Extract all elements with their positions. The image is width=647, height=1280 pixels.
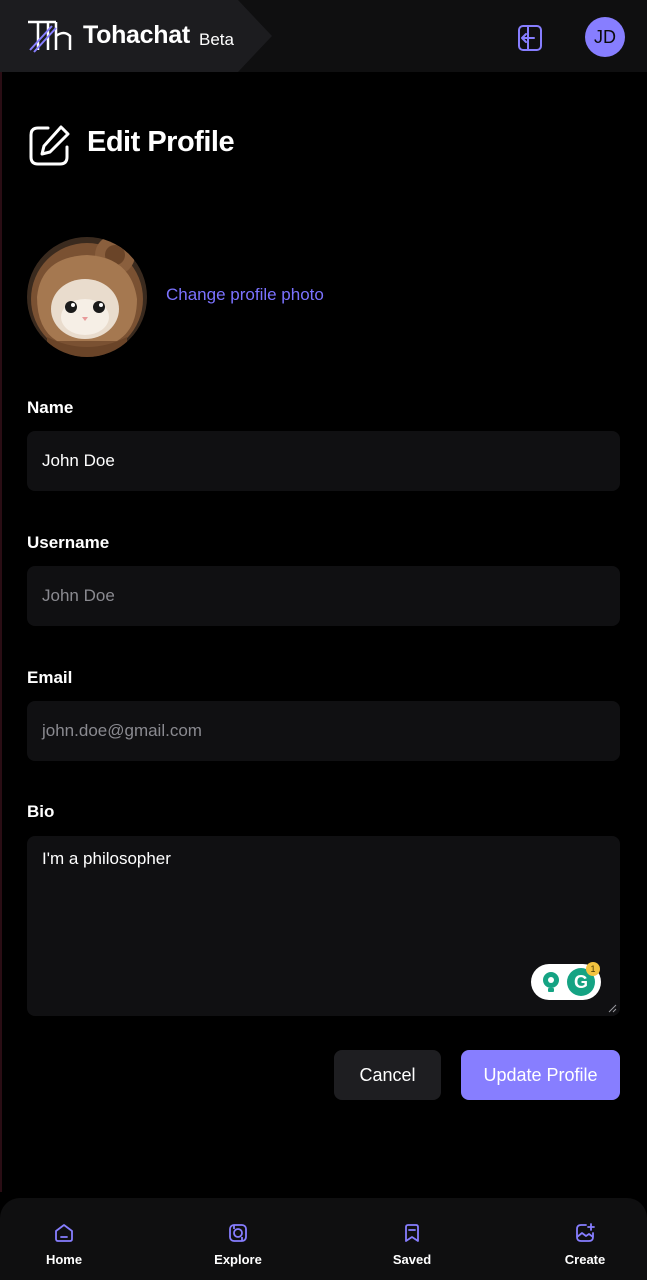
email-label: Email: [27, 668, 73, 687]
update-profile-button[interactable]: Update Profile: [461, 1050, 620, 1100]
nav-label-saved: Saved: [392, 1252, 432, 1267]
create-post-icon: [576, 1223, 595, 1242]
username-label: Username: [27, 533, 110, 552]
nav-item-explore[interactable]: Explore: [193, 1198, 283, 1280]
page-title: Edit Profile: [87, 126, 235, 158]
app-name: Tohachat: [83, 21, 190, 49]
bio-textarea[interactable]: I'm a philosopher: [27, 836, 620, 1016]
top-bar: Tohachat Beta JD: [0, 0, 647, 72]
home-icon: [55, 1224, 73, 1242]
edit-icon: [29, 125, 70, 166]
explore-icon: [229, 1224, 247, 1242]
nav-label-home: Home: [45, 1252, 83, 1267]
logout-icon[interactable]: [514, 22, 546, 54]
tohachat-logo-icon: [28, 20, 72, 53]
beta-badge: Beta: [199, 30, 234, 49]
nav-label-explore: Explore: [214, 1252, 262, 1267]
divider: [0, 72, 2, 1192]
bio-label: Bio: [27, 802, 55, 821]
lightbulb-icon: [543, 972, 559, 992]
username-input[interactable]: John Doe: [27, 566, 620, 626]
nav-label-create: Create: [564, 1252, 606, 1267]
nav-item-home[interactable]: Home: [19, 1198, 109, 1280]
change-photo-link[interactable]: Change profile photo: [166, 285, 324, 305]
name-input[interactable]: John Doe: [27, 431, 620, 491]
email-input[interactable]: john.doe@gmail.com: [27, 701, 620, 761]
bio-text: I'm a philosopher: [42, 849, 171, 868]
grammarly-count-badge: 1: [586, 962, 600, 976]
bottom-nav: Home Explore Saved Create: [0, 1198, 647, 1280]
name-label: Name: [27, 398, 74, 417]
cat-avatar-photo: [27, 237, 147, 357]
cancel-button[interactable]: Cancel: [334, 1050, 441, 1100]
nav-item-saved[interactable]: Saved: [367, 1198, 457, 1280]
user-avatar[interactable]: JD: [585, 17, 625, 57]
profile-photo[interactable]: [27, 237, 147, 357]
resize-handle-icon[interactable]: [608, 1004, 617, 1013]
bookmark-icon: [405, 1224, 419, 1242]
brand[interactable]: Tohachat Beta: [0, 0, 272, 72]
nav-item-create[interactable]: Create: [540, 1198, 630, 1280]
